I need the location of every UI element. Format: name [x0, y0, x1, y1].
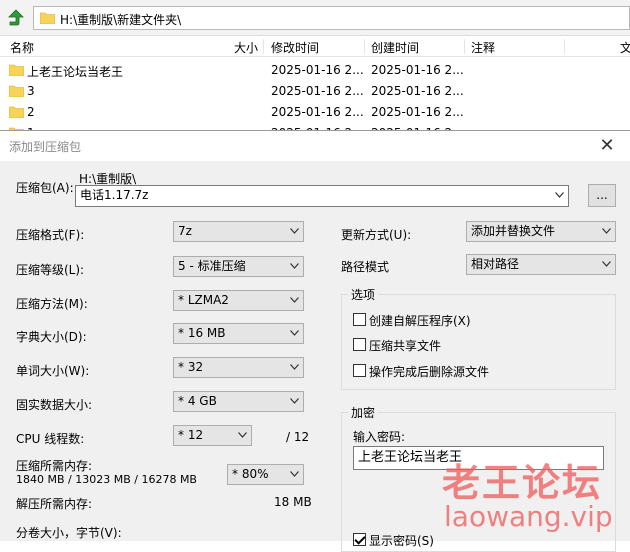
sfx-label: 创建自解压程序(X) — [369, 314, 471, 328]
solid-label: 固实数据大小: — [16, 398, 93, 412]
shared-files-label: 压缩共享文件 — [369, 339, 442, 353]
file-created: 2025-01-16 2... — [371, 105, 464, 119]
dialog-titlebar: 添加到压缩包 ✕ — [0, 131, 630, 161]
format-value: 7z — [178, 224, 192, 238]
address-path: H:\重制版\新建文件夹\ — [60, 13, 182, 27]
memory-label: 压缩所需内存: — [16, 459, 93, 473]
cpu-total: / 12 — [286, 430, 310, 444]
cpu-value: * 12 — [178, 428, 204, 442]
level-value: 5 - 标准压缩 — [178, 259, 246, 273]
column-size[interactable]: 大小 — [234, 39, 258, 56]
memory-detail: 1840 MB / 13023 MB / 16278 MB — [16, 473, 197, 486]
word-label: 单词大小(W): — [16, 364, 90, 378]
file-created: 2025-01-16 2... — [371, 84, 464, 98]
path-mode-select[interactable]: 相对路径 — [466, 254, 616, 275]
dict-label: 字典大小(D): — [16, 330, 87, 344]
browse-button[interactable]: ... — [588, 184, 616, 207]
file-created: 2025-01-16 2... — [371, 63, 464, 77]
file-name: 3 — [27, 84, 35, 98]
delete-source-label: 操作完成后删除源文件 — [369, 365, 490, 379]
file-name: 上老王论坛当老王 — [27, 65, 124, 79]
solid-select[interactable]: * 4 GB — [173, 391, 304, 412]
path-mode-value: 相对路径 — [471, 257, 520, 271]
chevron-down-icon — [290, 263, 299, 269]
column-comment[interactable]: 注释 — [471, 39, 495, 56]
level-select[interactable]: 5 - 标准压缩 — [173, 256, 304, 277]
archive-label: 压缩包(A): — [16, 181, 74, 195]
method-value: * LZMA2 — [178, 293, 229, 307]
archive-name-value: 电话1.17.7z — [80, 188, 149, 202]
up-arrow-icon[interactable] — [6, 8, 26, 28]
file-modified: 2025-01-16 2... — [271, 84, 364, 98]
update-mode-value: 添加并替换文件 — [471, 224, 556, 238]
path-mode-label: 路径模式 — [341, 260, 390, 274]
format-label: 压缩格式(F): — [16, 228, 85, 242]
decompress-memory-label: 解压所需内存: — [16, 497, 93, 511]
column-header: 名称 大小 修改时间 创建时间 注释 文 — [0, 36, 630, 57]
method-label: 压缩方法(M): — [16, 297, 88, 311]
file-explorer: H:\重制版\新建文件夹\ 名称 大小 修改时间 创建时间 注释 文 上老王论坛… — [0, 0, 630, 140]
chevron-down-icon — [238, 432, 247, 438]
chevron-down-icon — [290, 330, 299, 336]
column-name[interactable]: 名称 — [10, 39, 34, 56]
chevron-down-icon — [290, 297, 299, 303]
file-name: 2 — [27, 105, 35, 119]
file-modified: 2025-01-16 2... — [271, 63, 364, 77]
list-item[interactable]: 3 2025-01-16 2... 2025-01-16 2... — [0, 80, 630, 101]
chevron-down-icon — [290, 398, 299, 404]
folder-icon — [9, 64, 24, 76]
update-mode-select[interactable]: 添加并替换文件 — [466, 221, 616, 242]
watermark-url: laowang.vip — [444, 500, 613, 533]
dict-select[interactable]: * 16 MB — [173, 323, 304, 344]
word-select[interactable]: * 32 — [173, 357, 304, 378]
chevron-down-icon — [290, 471, 299, 477]
dialog-title: 添加到压缩包 — [9, 140, 82, 154]
cpu-label: CPU 线程数: — [16, 432, 85, 446]
chevron-down-icon — [290, 364, 299, 370]
solid-value: * 4 GB — [178, 394, 217, 408]
folder-icon — [40, 12, 55, 24]
watermark-text: 老王论坛 — [442, 461, 603, 505]
encryption-title: 加密 — [348, 404, 379, 421]
format-select[interactable]: 7z — [173, 221, 304, 242]
list-item[interactable]: 2 2025-01-16 2... 2025-01-16 2... — [0, 101, 630, 122]
file-modified: 2025-01-16 2... — [271, 105, 364, 119]
column-extra[interactable]: 文 — [620, 39, 630, 56]
chevron-down-icon — [290, 228, 299, 234]
close-icon[interactable]: ✕ — [592, 134, 622, 158]
memory-value: * 80% — [232, 467, 269, 481]
level-label: 压缩等级(L): — [16, 263, 85, 277]
explorer-toolbar: H:\重制版\新建文件夹\ — [0, 0, 630, 36]
dict-value: * 16 MB — [178, 326, 226, 340]
method-select[interactable]: * LZMA2 — [173, 290, 304, 311]
list-item[interactable]: 上老王论坛当老王 2025-01-16 2... 2025-01-16 2... — [0, 59, 630, 80]
column-modified[interactable]: 修改时间 — [271, 39, 319, 56]
word-value: * 32 — [178, 360, 204, 374]
shared-files-checkbox[interactable] — [353, 338, 366, 351]
decompress-memory-value: 18 MB — [274, 495, 312, 509]
memory-select[interactable]: * 80% — [227, 464, 304, 485]
archive-name-combo[interactable]: 电话1.17.7z — [75, 185, 569, 207]
show-password-checkbox[interactable] — [353, 533, 366, 546]
options-title: 选项 — [348, 286, 379, 303]
chevron-down-icon — [602, 228, 611, 234]
chevron-down-icon — [555, 192, 564, 198]
folder-icon — [9, 85, 24, 97]
split-size-label: 分卷大小，字节(V): — [16, 526, 122, 540]
column-created[interactable]: 创建时间 — [371, 39, 419, 56]
password-label: 输入密码: — [353, 430, 406, 444]
sfx-checkbox[interactable] — [353, 313, 366, 326]
chevron-down-icon — [602, 261, 611, 267]
cpu-select[interactable]: * 12 — [173, 425, 252, 446]
delete-source-checkbox[interactable] — [353, 364, 366, 377]
address-bar[interactable]: H:\重制版\新建文件夹\ — [33, 6, 630, 30]
folder-icon — [9, 106, 24, 118]
update-mode-label: 更新方式(U): — [341, 228, 412, 242]
